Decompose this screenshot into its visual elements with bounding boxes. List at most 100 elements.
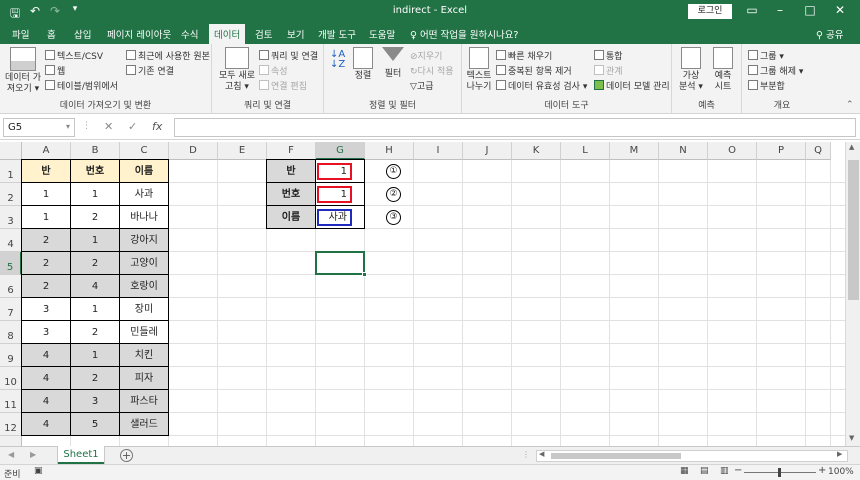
row-header-6[interactable]: 6 — [0, 275, 22, 298]
table-cell[interactable]: 강아지 — [119, 228, 169, 252]
advanced-filter-button[interactable]: ▽고급 — [410, 79, 433, 92]
login-button[interactable]: 로그인 — [688, 4, 732, 19]
scroll-down-icon[interactable]: ▼ — [849, 434, 854, 442]
row-header-1[interactable]: 1 — [0, 160, 22, 183]
add-sheet-icon[interactable]: + — [120, 449, 133, 462]
table-cell[interactable]: 2 — [70, 366, 120, 390]
share-button[interactable]: ⚲ 공유 — [816, 27, 843, 41]
table-cell[interactable]: 1 — [70, 228, 120, 252]
row-header-7[interactable]: 7 — [0, 298, 22, 321]
sheet-nav-next-icon[interactable]: ▶ — [30, 450, 36, 459]
table-cell[interactable]: 4 — [21, 389, 71, 413]
tab-home[interactable]: 홈 — [47, 27, 56, 41]
lookup-label-cell[interactable]: 이름 — [266, 205, 316, 229]
table-cell[interactable]: 2 — [21, 228, 71, 252]
hscroll-thumb[interactable] — [551, 453, 681, 459]
table-cell[interactable]: 2 — [70, 251, 120, 275]
table-cell[interactable]: 호랑이 — [119, 274, 169, 298]
ribbon-display-icon[interactable]: ▭ — [744, 3, 760, 17]
table-cell[interactable]: 치킨 — [119, 343, 169, 367]
table-cell[interactable]: 파스타 — [119, 389, 169, 413]
lookup-input-box[interactable]: 1 — [317, 163, 352, 180]
table-cell[interactable]: 1 — [70, 297, 120, 321]
name-box[interactable]: G5 — [3, 118, 75, 137]
minimize-icon[interactable]: – — [772, 3, 788, 17]
table-cell[interactable]: 2 — [21, 274, 71, 298]
vertical-scrollbar[interactable]: ▲ ▼ — [845, 142, 860, 446]
column-header-k[interactable]: K — [512, 142, 561, 160]
active-cell-selection[interactable] — [315, 251, 367, 277]
table-cell[interactable]: 5 — [70, 412, 120, 436]
table-cell[interactable]: 1 — [21, 182, 71, 206]
scroll-thumb[interactable] — [848, 160, 859, 300]
sort-button[interactable]: 정렬 — [350, 47, 376, 82]
cancel-icon[interactable]: ✕ — [104, 120, 113, 133]
row-header-4[interactable]: 4 — [0, 229, 22, 252]
table-cell[interactable]: 3 — [21, 297, 71, 321]
group-button[interactable]: 그룹 ▾ — [748, 49, 784, 62]
consolidate-button[interactable]: 통합 — [594, 49, 623, 62]
remove-duplicates-button[interactable]: 중복된 항목 제거 — [496, 64, 572, 77]
macro-record-icon[interactable]: ▣ — [34, 466, 43, 476]
column-header-f[interactable]: F — [267, 142, 316, 160]
column-header-e[interactable]: E — [218, 142, 267, 160]
lookup-label-cell[interactable]: 반 — [266, 159, 316, 183]
column-header-b[interactable]: B — [71, 142, 120, 160]
column-header-l[interactable]: L — [561, 142, 610, 160]
refresh-all-button[interactable]: 모두 새로 고침 ▾ — [218, 47, 256, 93]
name-box-dropdown-icon[interactable]: ▾ — [66, 122, 70, 131]
from-text-csv-button[interactable]: 텍스트/CSV — [45, 49, 103, 62]
forecast-sheet-button[interactable]: 예측 시트 — [708, 47, 738, 93]
table-cell[interactable]: 4 — [21, 343, 71, 367]
data-validation-button[interactable]: 데이터 유효성 검사 ▾ — [496, 79, 587, 92]
from-table-range-button[interactable]: 테이블/범위에서 — [45, 79, 118, 92]
tell-me-search[interactable]: ♀ 어떤 작업을 원하시나요? — [410, 27, 518, 41]
reapply-button[interactable]: ↻다시 적용 — [410, 64, 454, 77]
column-header-i[interactable]: I — [414, 142, 463, 160]
table-cell[interactable]: 4 — [21, 412, 71, 436]
lookup-input-box[interactable]: 사과 — [317, 209, 352, 226]
column-header-q[interactable]: Q — [806, 142, 831, 160]
enter-icon[interactable]: ✓ — [128, 120, 137, 133]
table-cell[interactable]: 1 — [70, 182, 120, 206]
tab-help[interactable]: 도움말 — [369, 27, 395, 41]
normal-view-icon[interactable]: ▦ — [680, 466, 689, 476]
zoom-slider-thumb[interactable] — [778, 468, 781, 477]
recent-sources-button[interactable]: 최근에 사용한 원본 — [126, 49, 210, 62]
table-cell[interactable]: 4 — [70, 274, 120, 298]
properties-button[interactable]: 속성 — [259, 64, 288, 77]
column-header-m[interactable]: M — [610, 142, 659, 160]
column-header-n[interactable]: N — [659, 142, 708, 160]
column-header-o[interactable]: O — [708, 142, 757, 160]
horizontal-scrollbar[interactable]: ◀ ▶ — [536, 450, 848, 462]
relationships-button[interactable]: 관계 — [594, 64, 623, 77]
table-header-cell[interactable]: 반 — [21, 159, 71, 183]
table-cell[interactable]: 고양이 — [119, 251, 169, 275]
sheet-tab-sheet1[interactable]: Sheet1 — [58, 446, 104, 464]
lookup-label-cell[interactable]: 번호 — [266, 182, 316, 206]
ungroup-button[interactable]: 그룹 해제 ▾ — [748, 64, 803, 77]
scroll-up-icon[interactable]: ▲ — [849, 143, 854, 151]
maximize-icon[interactable]: □ — [802, 3, 818, 17]
row-header-8[interactable]: 8 — [0, 321, 22, 344]
clear-filter-button[interactable]: ⊘지우기 — [410, 49, 442, 62]
subtotal-button[interactable]: 부분합 — [748, 79, 785, 92]
flash-fill-button[interactable]: 빠른 채우기 — [496, 49, 552, 62]
row-header-9[interactable]: 9 — [0, 344, 22, 367]
collapse-ribbon-icon[interactable]: ⌃ — [846, 100, 854, 110]
row-header-11[interactable]: 11 — [0, 390, 22, 413]
formula-input[interactable] — [174, 118, 856, 137]
close-icon[interactable]: ✕ — [832, 3, 848, 17]
column-header-c[interactable]: C — [120, 142, 169, 160]
scroll-left-icon[interactable]: ◀ — [539, 450, 544, 458]
zoom-level[interactable]: 100% — [828, 467, 854, 477]
scroll-right-icon[interactable]: ▶ — [837, 450, 842, 458]
table-cell[interactable]: 1 — [70, 343, 120, 367]
table-header-cell[interactable]: 이름 — [119, 159, 169, 183]
page-layout-view-icon[interactable]: ▤ — [700, 466, 709, 476]
column-header-p[interactable]: P — [757, 142, 806, 160]
tab-data[interactable]: 데이터 — [209, 24, 246, 44]
filter-button[interactable]: 필터 — [380, 47, 406, 80]
tab-file[interactable]: 파일 — [12, 27, 29, 41]
column-header-j[interactable]: J — [463, 142, 512, 160]
